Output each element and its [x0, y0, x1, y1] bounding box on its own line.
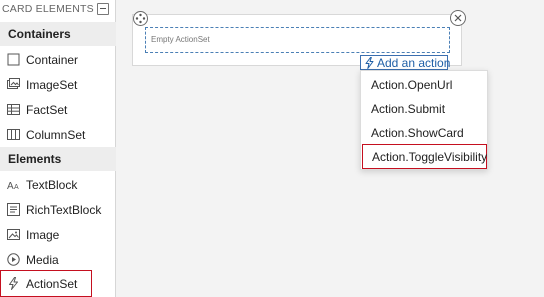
textblock-icon: AA [7, 178, 20, 191]
collapse-icon[interactable] [97, 3, 109, 15]
svg-text:A: A [7, 181, 14, 191]
toolbox-item-label: Media [26, 253, 59, 267]
toolbox-item-container[interactable]: Container [0, 47, 116, 72]
panel-title: CARD ELEMENTS [2, 3, 94, 15]
menu-item-label: Action.ToggleVisibility [372, 150, 488, 164]
menu-item-showcard[interactable]: Action.ShowCard [361, 121, 487, 145]
menu-item-submit[interactable]: Action.Submit [361, 97, 487, 121]
toolbox-item-label: ColumnSet [26, 128, 86, 142]
menu-item-openurl[interactable]: Action.OpenUrl [361, 73, 487, 97]
card-elements-panel: CARD ELEMENTS Containers Container Image… [0, 0, 116, 297]
toolbox-item-imageset[interactable]: ImageSet [0, 72, 116, 97]
close-icon[interactable] [450, 10, 466, 26]
toolbox-item-actionset[interactable]: ActionSet [0, 270, 92, 297]
richtextblock-icon [7, 203, 20, 216]
actionset-placeholder: Empty ActionSet [151, 35, 210, 44]
toolbox-item-label: Container [26, 53, 79, 67]
move-icon[interactable] [133, 11, 148, 26]
columnset-icon [7, 128, 20, 141]
section-containers: Containers [0, 22, 116, 46]
panel-header: CARD ELEMENTS [0, 0, 116, 20]
add-action-button[interactable]: Add an action [360, 55, 451, 70]
media-icon [7, 253, 20, 266]
add-action-label: Add an action [377, 56, 451, 70]
menu-item-togglevisibility[interactable]: Action.ToggleVisibility [362, 144, 487, 169]
toolbox-item-columnset[interactable]: ColumnSet [0, 122, 116, 147]
toolbox-item-label: RichTextBlock [26, 203, 102, 217]
toolbox-item-label: FactSet [26, 103, 68, 117]
toolbox-item-factset[interactable]: FactSet [0, 97, 116, 122]
toolbox-item-label: Image [26, 228, 60, 242]
svg-text:A: A [14, 184, 19, 191]
menu-item-label: Action.OpenUrl [371, 78, 453, 92]
image-icon [7, 228, 20, 241]
toolbox-item-media[interactable]: Media [0, 247, 116, 272]
section-containers-label: Containers [8, 27, 71, 41]
lightning-icon [364, 57, 375, 69]
menu-item-label: Action.Submit [371, 102, 446, 116]
toolbox-item-label: TextBlock [26, 178, 78, 192]
actionset-element[interactable]: Empty ActionSet [145, 27, 450, 53]
factset-icon [7, 103, 20, 116]
toolbox-item-label: ActionSet [26, 277, 78, 291]
section-elements-label: Elements [8, 152, 62, 166]
toolbox-item-richtextblock[interactable]: RichTextBlock [0, 197, 116, 222]
menu-item-label: Action.ShowCard [371, 126, 464, 140]
lightning-icon [7, 277, 20, 290]
container-icon [7, 53, 20, 66]
toolbox-item-label: ImageSet [26, 78, 78, 92]
imageset-icon [7, 78, 20, 91]
add-action-menu: Action.OpenUrl Action.Submit Action.Show… [360, 70, 488, 170]
section-elements: Elements [0, 147, 116, 171]
toolbox-item-textblock[interactable]: AA TextBlock [0, 172, 116, 197]
toolbox-item-image[interactable]: Image [0, 222, 116, 247]
